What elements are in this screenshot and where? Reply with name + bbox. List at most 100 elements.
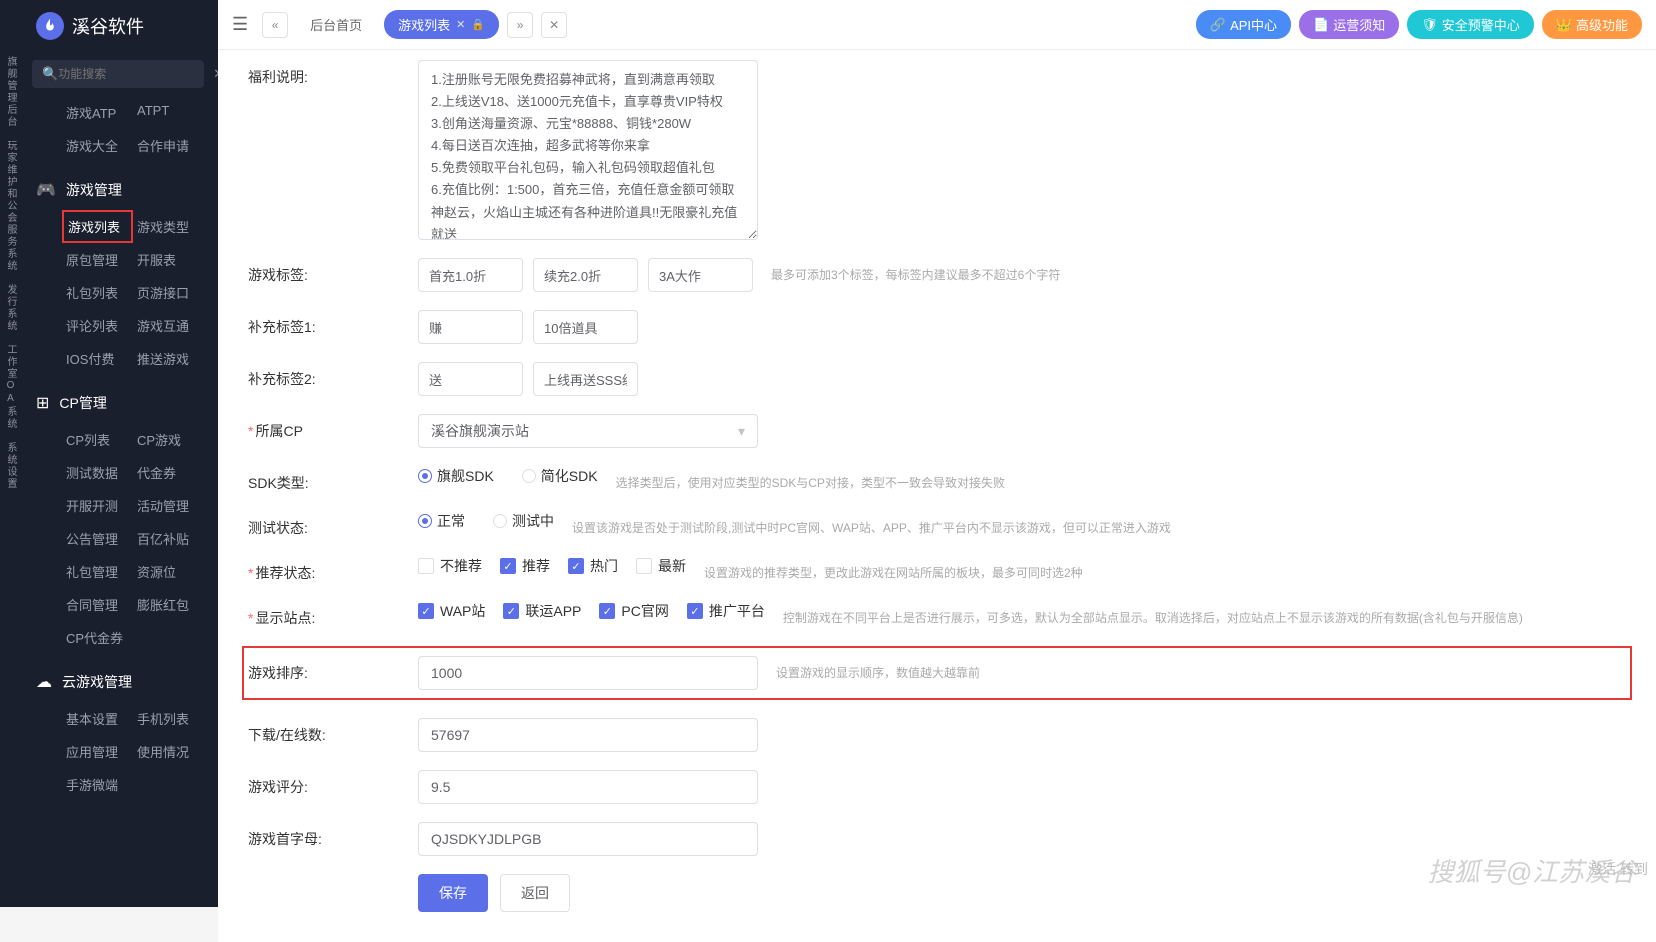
- cloud-icon: ☁: [36, 672, 52, 692]
- tag-input-3[interactable]: [648, 258, 753, 292]
- sdk-radio-flagship[interactable]: 旗舰SDK: [418, 466, 494, 486]
- sidebar-item[interactable]: 推送游戏: [133, 342, 204, 375]
- tag-input-1[interactable]: [418, 258, 523, 292]
- clear-icon[interactable]: ✕: [213, 66, 218, 82]
- sidebar-item[interactable]: 礼包管理: [62, 555, 133, 588]
- sidebar-item[interactable]: 百亿补贴: [133, 522, 204, 555]
- header-actions: 🔗API中心 📄运营须知 🛡安全预警中心 👑高级功能: [1196, 10, 1642, 39]
- search-box[interactable]: 🔍 ✕: [32, 60, 204, 88]
- checkbox-icon: [418, 558, 434, 574]
- rail-item[interactable]: 旗舰管理后台: [0, 50, 18, 134]
- score-input[interactable]: [418, 770, 758, 804]
- sidebar-item[interactable]: 游戏类型: [133, 210, 204, 243]
- checkbox-icon: ✓: [687, 603, 703, 619]
- cp-label: *所属CP: [248, 414, 418, 441]
- back-button[interactable]: 返回: [500, 874, 570, 912]
- sidebar-item[interactable]: 代金券: [133, 456, 204, 489]
- test-hint: 设置该游戏是否处于测试阶段,测试中时PC官网、WAP站、APP、推广平台内不显示…: [572, 511, 1626, 536]
- checkbox-icon: [636, 558, 652, 574]
- site-app[interactable]: ✓联运APP: [503, 601, 581, 621]
- online-input[interactable]: [418, 718, 758, 752]
- site-promo[interactable]: ✓推广平台: [687, 601, 765, 621]
- site-pc[interactable]: ✓PC官网: [599, 601, 668, 621]
- sidebar-item[interactable]: 手游微端: [62, 768, 133, 801]
- sdk-label: SDK类型:: [248, 466, 418, 493]
- cp-select[interactable]: 溪谷旗舰演示站▾: [418, 414, 758, 448]
- rec-yes[interactable]: ✓推荐: [500, 556, 550, 576]
- extra1-input-2[interactable]: [533, 310, 638, 344]
- rail-item[interactable]: 系统设置: [0, 436, 18, 496]
- checkbox-icon: ✓: [568, 558, 584, 574]
- menu-group-games[interactable]: 🎮游戏管理: [18, 170, 218, 210]
- save-button[interactable]: 保存: [418, 874, 488, 912]
- tag-input-2[interactable]: [533, 258, 638, 292]
- sidebar-item[interactable]: ATPT: [133, 96, 204, 129]
- checkbox-icon: ✓: [599, 603, 615, 619]
- sidebar-item[interactable]: 开服表: [133, 243, 204, 276]
- sidebar-item[interactable]: 手机列表: [133, 702, 204, 735]
- search-input[interactable]: [58, 67, 213, 81]
- lock-icon[interactable]: 🔒: [471, 18, 485, 31]
- sidebar-item[interactable]: 页游接口: [133, 276, 204, 309]
- api-center-button[interactable]: 🔗API中心: [1196, 10, 1291, 39]
- checkbox-icon: ✓: [503, 603, 519, 619]
- sidebar-item[interactable]: 基本设置: [62, 702, 133, 735]
- test-radio-testing[interactable]: 测试中: [493, 511, 554, 531]
- sidebar-item[interactable]: 评论列表: [62, 309, 133, 342]
- recommend-hint: 设置游戏的推荐类型，更改此游戏在网站所属的板块，最多可同时选2种: [704, 556, 1626, 581]
- sidebar-item[interactable]: 原包管理: [62, 243, 133, 276]
- sidebar-item[interactable]: 礼包列表: [62, 276, 133, 309]
- rail-item[interactable]: 玩家维护和公会服务系统: [0, 134, 18, 278]
- tabs-next-icon[interactable]: »: [507, 12, 533, 38]
- test-radio-normal[interactable]: 正常: [418, 511, 465, 531]
- close-icon[interactable]: ✕: [456, 18, 465, 31]
- tabs-close-all-icon[interactable]: ✕: [541, 12, 567, 38]
- sidebar-item[interactable]: 资源位: [133, 555, 204, 588]
- sidebar-item-game-list[interactable]: 游戏列表: [62, 210, 133, 243]
- sidebar-item[interactable]: 活动管理: [133, 489, 204, 522]
- site-wap[interactable]: ✓WAP站: [418, 601, 485, 621]
- sidebar-item[interactable]: 游戏ATP: [62, 96, 133, 129]
- extra1-input-1[interactable]: [418, 310, 523, 344]
- rec-no[interactable]: 不推荐: [418, 556, 482, 576]
- sidebar-item[interactable]: 合同管理: [62, 588, 133, 621]
- extra2-input-1[interactable]: [418, 362, 523, 396]
- logo[interactable]: 溪谷软件: [18, 0, 218, 52]
- menu-group-cp[interactable]: ⊞CP管理: [18, 383, 218, 423]
- benefit-textarea[interactable]: [418, 60, 758, 240]
- ops-notice-button[interactable]: 📄运营须知: [1299, 10, 1399, 39]
- security-center-button[interactable]: 🛡安全预警中心: [1407, 10, 1534, 39]
- sidebar-item[interactable]: 合作申请: [133, 129, 204, 162]
- rec-hot[interactable]: ✓热门: [568, 556, 618, 576]
- sidebar-item[interactable]: 测试数据: [62, 456, 133, 489]
- rec-new[interactable]: 最新: [636, 556, 686, 576]
- sidebar-item[interactable]: CP列表: [62, 423, 133, 456]
- extra2-input-2[interactable]: [533, 362, 638, 396]
- sidebar-item[interactable]: 游戏大全: [62, 129, 133, 162]
- rail-item[interactable]: 工作室OA系统: [0, 338, 18, 436]
- sidebar-item[interactable]: 开服开测: [62, 489, 133, 522]
- radio-icon: [493, 514, 507, 528]
- sidebar-item[interactable]: IOS付费: [62, 342, 133, 375]
- sidebar-item[interactable]: 膨胀红包: [133, 588, 204, 621]
- tab-game-list[interactable]: 游戏列表 ✕ 🔒: [384, 10, 499, 39]
- sdk-radio-simple[interactable]: 简化SDK: [522, 466, 598, 486]
- sidebar-item[interactable]: CP游戏: [133, 423, 204, 456]
- sidebar-item[interactable]: 应用管理: [62, 735, 133, 768]
- menu-group-cloud[interactable]: ☁云游戏管理: [18, 662, 218, 702]
- tags-label: 游戏标签:: [248, 258, 418, 285]
- sidebar-toggle-icon[interactable]: ☰: [232, 14, 248, 35]
- rail-item[interactable]: 发行系统: [0, 278, 18, 338]
- cp-icon: ⊞: [36, 393, 49, 413]
- sidebar-item[interactable]: 公告管理: [62, 522, 133, 555]
- sidebar-item[interactable]: CP代金券: [62, 621, 133, 654]
- sidebar-item[interactable]: 游戏互通: [133, 309, 204, 342]
- sidebar-item[interactable]: 使用情况: [133, 735, 204, 768]
- advanced-button[interactable]: 👑高级功能: [1542, 10, 1642, 39]
- initial-input[interactable]: [418, 822, 758, 856]
- benefit-label: 福利说明:: [248, 60, 418, 87]
- score-label: 游戏评分:: [248, 770, 418, 797]
- tab-home[interactable]: 后台首页: [296, 10, 376, 39]
- sort-input[interactable]: [418, 656, 758, 690]
- tabs-prev-icon[interactable]: «: [262, 12, 288, 38]
